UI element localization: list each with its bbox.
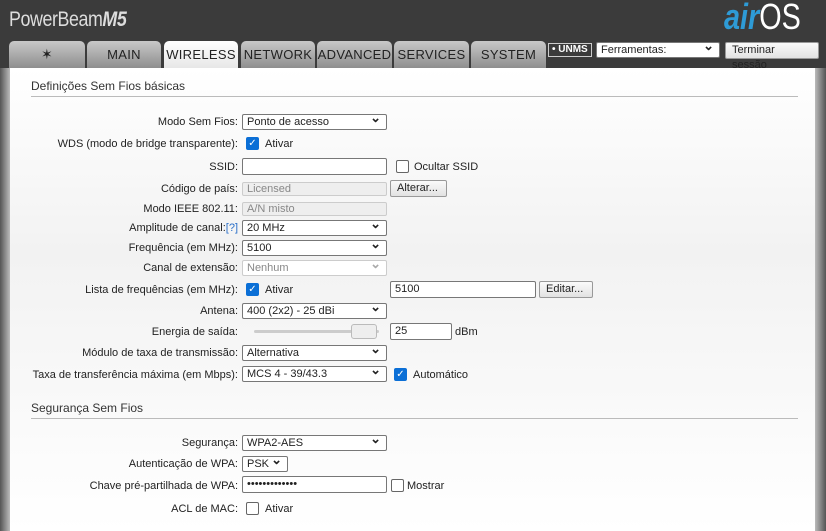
right-border — [815, 68, 826, 531]
tab-advanced[interactable]: ADVANCED — [317, 41, 392, 68]
security-label: Segurança: — [181, 437, 238, 449]
rate-module-select[interactable]: Alternativa — [242, 342, 387, 361]
frequency-label: Frequência (em MHz): — [128, 242, 238, 254]
extension-channel-label: Canal de extensão: — [143, 262, 238, 274]
logout-button[interactable]: Terminar sessão — [725, 42, 819, 71]
output-power-slider[interactable] — [254, 324, 379, 339]
frequency-list-input[interactable]: 5100 — [390, 281, 536, 298]
antenna-label: Antena: — [200, 305, 238, 317]
change-country-button[interactable]: Alterar... — [390, 180, 447, 197]
wds-label: WDS (modo de bridge transparente): — [57, 138, 238, 150]
left-border — [0, 68, 10, 531]
mac-acl-label: ACL de MAC: — [171, 503, 238, 515]
edit-frequency-list-button[interactable]: Editar... — [539, 281, 593, 298]
product-logo: PowerBeamM5 — [9, 8, 127, 31]
auto-rate-label: Automático — [413, 369, 469, 381]
ieee-label: Modo IEEE 802.11: — [143, 203, 238, 215]
tools-select[interactable]: Ferramentas: — [596, 39, 720, 58]
max-rate-label: Taxa de transferência máxima (em Mbps): — [32, 369, 238, 381]
auto-rate-checkbox[interactable]: ✓ — [394, 368, 407, 381]
frequency-list-label: Lista de frequências (em MHz): — [85, 284, 238, 296]
ssid-label: SSID: — [209, 161, 238, 173]
tab-system[interactable]: SYSTEM — [471, 41, 546, 68]
wpa-auth-select[interactable]: PSK — [242, 453, 288, 472]
show-key-checkbox[interactable] — [391, 479, 404, 492]
tab-services[interactable]: SERVICES — [394, 41, 469, 68]
tab-network[interactable]: NETWORK — [241, 41, 315, 68]
mode-label: Modo Sem Fios: — [157, 116, 238, 128]
output-power-input[interactable]: 25 — [390, 323, 452, 340]
extension-channel-select: Nenhum — [242, 257, 387, 276]
ssid-input[interactable] — [242, 158, 387, 175]
country-label: Código de país: — [160, 183, 238, 195]
wds-enable-label: Ativar — [265, 138, 294, 150]
hide-ssid-checkbox[interactable] — [396, 160, 409, 173]
power-unit: dBm — [455, 326, 478, 338]
security-select[interactable]: WPA2-AES — [242, 432, 387, 451]
tab-main[interactable]: MAIN — [87, 41, 161, 68]
wds-checkbox[interactable]: ✓ — [246, 137, 259, 150]
frequency-list-checkbox[interactable]: ✓ — [246, 283, 259, 296]
tab-ubnt-logo[interactable]: ✶ — [9, 41, 85, 68]
mac-acl-checkbox[interactable] — [246, 502, 259, 515]
channel-width-label: Amplitude de canal:[?] — [129, 222, 238, 234]
frequency-list-enable-label: Ativar — [265, 284, 294, 296]
mac-acl-enable-label: Ativar — [265, 503, 294, 515]
rate-module-label: Módulo de taxa de transmissão: — [82, 347, 238, 359]
wpa-key-input[interactable]: ••••••••••••• — [242, 476, 387, 493]
tab-wireless[interactable]: WIRELESS — [164, 41, 238, 69]
section-title-basic: Definições Sem Fios básicas — [31, 79, 798, 97]
max-rate-select[interactable]: MCS 4 - 39/43.3 — [242, 363, 387, 382]
wpa-key-label: Chave pré-partilhada de WPA: — [89, 480, 238, 492]
slider-thumb[interactable] — [350, 324, 377, 339]
section-title-security: Segurança Sem Fios — [31, 401, 798, 419]
channel-width-select[interactable]: 20 MHz — [242, 217, 387, 236]
output-power-label: Energia de saída: — [151, 326, 238, 338]
wireless-mode-select[interactable]: Ponto de acesso — [242, 111, 387, 130]
hide-ssid-label: Ocultar SSID — [414, 161, 479, 173]
country-field: Licensed — [242, 182, 387, 196]
wpa-auth-label: Autenticação de WPA: — [128, 458, 238, 470]
frequency-select[interactable]: 5100 — [242, 237, 387, 256]
help-link[interactable]: [?] — [226, 222, 238, 234]
airos-logo: airOS — [724, 0, 801, 37]
ieee-mode-field: A/N misto — [242, 202, 387, 216]
unms-button[interactable]: • UNMS — [548, 43, 592, 57]
ubiquiti-logo-icon: ✶ — [40, 46, 54, 62]
show-key-label: Mostrar — [407, 480, 445, 492]
antenna-select[interactable]: 400 (2x2) - 25 dBi — [242, 300, 387, 319]
